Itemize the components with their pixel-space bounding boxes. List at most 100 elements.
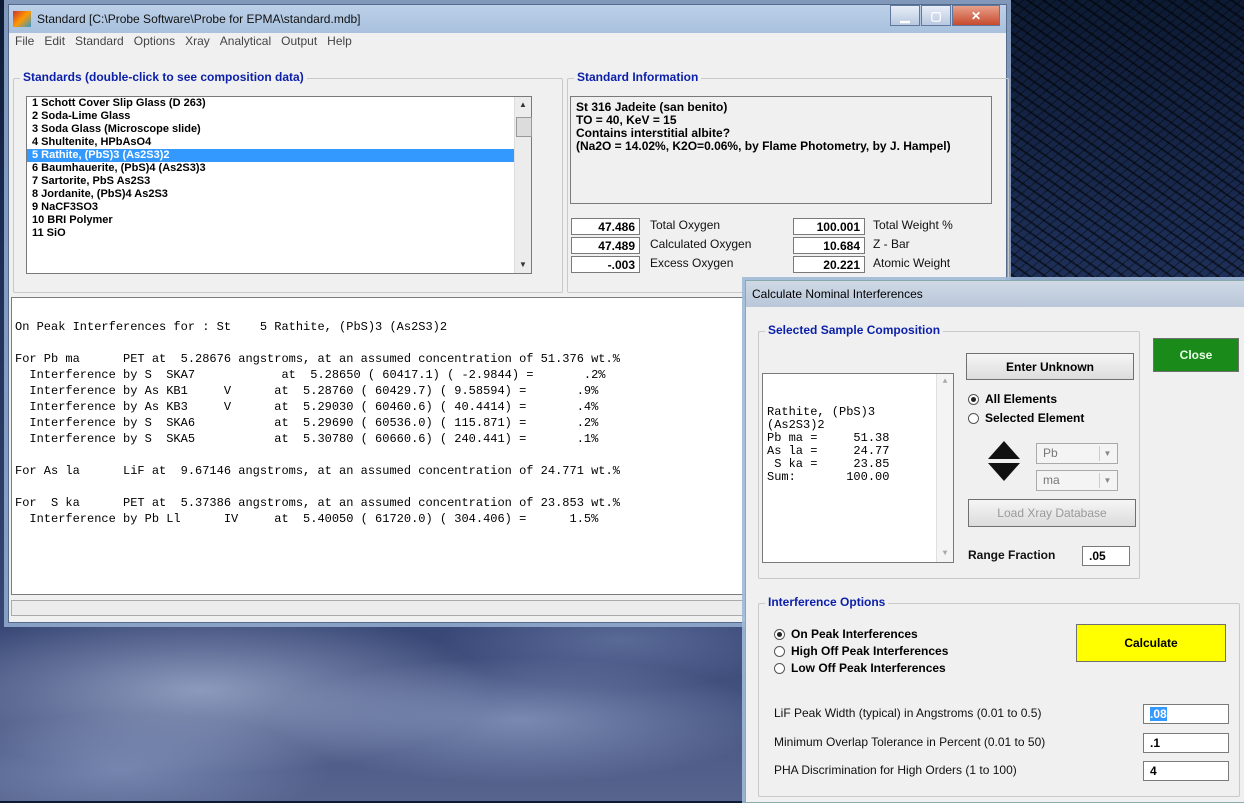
interference-output[interactable]: On Peak Interferences for : St 5 Rathite… <box>11 297 756 595</box>
list-item[interactable]: 7 Sartorite, PbS As2S3 <box>27 175 531 188</box>
standards-scrollbar[interactable]: ▲ ▼ <box>514 97 532 273</box>
dialog-title[interactable]: Calculate Nominal Interferences <box>746 281 1244 307</box>
all-elements-label: All Elements <box>985 392 1058 406</box>
composition-text: Rathite, (PbS)3 (As2S3)2 Pb ma = 51.38 A… <box>762 373 954 563</box>
radio-icon <box>774 662 785 674</box>
window-title: Standard [C:\Probe Software\Probe for EP… <box>37 12 361 26</box>
scroll-down-icon[interactable]: ▼ <box>515 257 531 273</box>
high-off-peak-label: High Off Peak Interferences <box>791 644 949 658</box>
maximize-button[interactable]: ▢ <box>921 5 951 26</box>
menu-bar: File Edit Standard Options Xray Analytic… <box>9 33 1006 49</box>
low-off-peak-label: Low Off Peak Interferences <box>791 661 946 675</box>
output-line: Interference by S SKA7 at 5.28650 ( 6041… <box>15 368 606 382</box>
list-item[interactable]: 3 Soda Glass (Microscope slide) <box>27 123 531 136</box>
list-item[interactable]: 2 Soda-Lime Glass <box>27 110 531 123</box>
standards-group-title: Standards (double-click to see compositi… <box>20 70 307 84</box>
all-elements-radio[interactable]: All Elements <box>968 392 1057 406</box>
output-line: ​ <box>15 335 755 351</box>
list-item[interactable]: 8 Jordanite, (PbS)4 As2S3 <box>27 188 531 201</box>
radio-selected-icon <box>774 628 785 640</box>
title-bar[interactable]: Standard [C:\Probe Software\Probe for EP… <box>9 5 1006 33</box>
output-line: Interference by As KB3 V at 5.29030 ( 60… <box>15 400 599 414</box>
close-window-button[interactable]: ✕ <box>952 5 1000 26</box>
enter-unknown-button[interactable]: Enter Unknown <box>966 353 1134 380</box>
output-line: Interference by S SKA6 at 5.29690 ( 6053… <box>15 416 599 430</box>
total-oxygen-value: 47.486 <box>571 218 640 235</box>
lif-peak-width-label: LiF Peak Width (typical) in Angstroms (0… <box>774 706 1042 720</box>
list-item[interactable]: 4 Shultenite, HPbAsO4 <box>27 136 531 149</box>
output-line: ​ <box>15 447 755 463</box>
desktop-tree-silhouette <box>999 0 1244 300</box>
menu-options[interactable]: Options <box>134 34 175 48</box>
interferences-dialog: Calculate Nominal Interferences Selected… <box>745 280 1244 803</box>
list-item[interactable]: 11 SiO <box>27 227 531 240</box>
total-weight-label: Total Weight % <box>873 218 953 232</box>
menu-help[interactable]: Help <box>327 34 352 48</box>
up-down-arrows-icon[interactable] <box>986 439 1022 483</box>
list-item[interactable]: 10 BRI Polymer <box>27 214 531 227</box>
overlap-tolerance-input[interactable]: .1 <box>1143 733 1229 753</box>
range-fraction-input[interactable]: .05 <box>1082 546 1130 566</box>
app-icon <box>13 11 31 27</box>
on-peak-radio[interactable]: On Peak Interferences <box>774 627 918 641</box>
chevron-down-icon[interactable]: ▼ <box>1099 446 1115 461</box>
list-item-selected[interactable]: 5 Rathite, (PbS)3 (As2S3)2 <box>27 149 531 162</box>
calculated-oxygen-label: Calculated Oxygen <box>650 237 752 251</box>
selected-element-radio[interactable]: Selected Element <box>968 411 1084 425</box>
menu-analytical[interactable]: Analytical <box>220 34 271 48</box>
scroll-thumb[interactable] <box>516 117 532 137</box>
total-oxygen-label: Total Oxygen <box>650 218 721 232</box>
list-item[interactable]: 6 Baumhauerite, (PbS)4 (As2S3)3 <box>27 162 531 175</box>
menu-edit[interactable]: Edit <box>44 34 65 48</box>
chevron-down-icon[interactable]: ▼ <box>1099 473 1115 488</box>
lif-peak-width-input[interactable]: .08 <box>1143 704 1229 724</box>
excess-oxygen-label: Excess Oxygen <box>650 256 734 270</box>
output-line: For S ka PET at 5.37386 angstroms, at an… <box>15 496 620 510</box>
element-select[interactable]: Pb ▼ <box>1036 443 1118 464</box>
list-item[interactable]: 1 Schott Cover Slip Glass (D 263) <box>27 97 531 110</box>
zbar-value: 10.684 <box>793 237 865 254</box>
standard-info-text: St 316 Jadeite (san benito) TO = 40, KeV… <box>570 96 992 204</box>
on-peak-label: On Peak Interferences <box>791 627 918 641</box>
atomic-weight-label: Atomic Weight <box>873 256 951 270</box>
output-line: For Pb ma PET at 5.28676 angstroms, at a… <box>15 352 620 366</box>
composition-values: Rathite, (PbS)3 (As2S3)2 Pb ma = 51.38 A… <box>767 405 890 484</box>
output-line: Interference by Pb Ll IV at 5.40050 ( 61… <box>15 512 599 526</box>
menu-standard[interactable]: Standard <box>75 34 124 48</box>
low-off-peak-radio[interactable]: Low Off Peak Interferences <box>774 661 946 675</box>
output-line: Interference by S SKA5 at 5.30780 ( 6066… <box>15 432 599 446</box>
excess-oxygen-value: -.003 <box>571 256 640 273</box>
output-line: Interference by As KB1 V at 5.28760 ( 60… <box>15 384 599 398</box>
xray-line-select-value: ma <box>1043 473 1060 487</box>
xray-line-select[interactable]: ma ▼ <box>1036 470 1118 491</box>
minimize-button[interactable]: ▁ <box>890 5 920 26</box>
calculate-button[interactable]: Calculate <box>1076 624 1226 662</box>
radio-icon <box>968 412 979 424</box>
composition-scrollbar[interactable]: ▲ ▼ <box>936 374 953 562</box>
total-weight-value: 100.001 <box>793 218 865 235</box>
range-fraction-label: Range Fraction <box>968 548 1056 562</box>
element-select-value: Pb <box>1043 446 1058 460</box>
load-xray-database-button[interactable]: Load Xray Database <box>968 499 1136 527</box>
scroll-up-icon[interactable]: ▲ <box>937 374 953 390</box>
calculated-oxygen-value: 47.489 <box>571 237 640 254</box>
pha-discrimination-input[interactable]: 4 <box>1143 761 1229 781</box>
scroll-down-icon[interactable]: ▼ <box>937 546 953 562</box>
menu-output[interactable]: Output <box>281 34 317 48</box>
composition-group-title: Selected Sample Composition <box>765 323 944 337</box>
element-spin-buttons[interactable] <box>986 439 1022 483</box>
output-line: ​ <box>15 479 755 495</box>
info-group-title: Standard Information <box>574 70 702 84</box>
output-line: On Peak Interferences for : St 5 Rathite… <box>15 320 448 334</box>
list-item[interactable]: 9 NaCF3SO3 <box>27 201 531 214</box>
close-button[interactable]: Close <box>1153 338 1239 372</box>
high-off-peak-radio[interactable]: High Off Peak Interferences <box>774 644 948 658</box>
zbar-label: Z - Bar <box>873 237 910 251</box>
standards-list[interactable]: 1 Schott Cover Slip Glass (D 263) 2 Soda… <box>26 96 532 274</box>
menu-file[interactable]: File <box>15 34 34 48</box>
interference-options-title: Interference Options <box>765 595 889 609</box>
menu-xray[interactable]: Xray <box>185 34 210 48</box>
scroll-up-icon[interactable]: ▲ <box>515 97 531 113</box>
overlap-tolerance-label: Minimum Overlap Tolerance in Percent (0.… <box>774 735 1046 749</box>
pha-discrimination-label: PHA Discrimination for High Orders (1 to… <box>774 763 1017 777</box>
